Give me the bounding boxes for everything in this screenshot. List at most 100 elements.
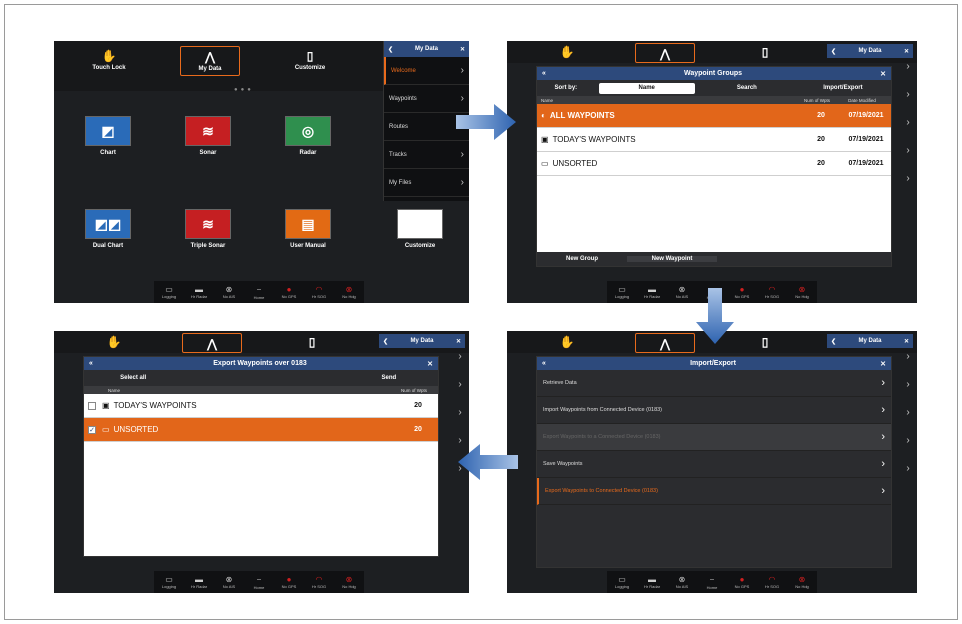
- export-waypoints-disabled-item: Export Waypoints to a Connected Device (…: [537, 424, 891, 451]
- retrieve-data-item[interactable]: Retrieve Data ›: [537, 370, 891, 397]
- column-headers: Name Num of Wpts: [84, 386, 438, 394]
- app-user-manual[interactable]: ▤ User Manual: [276, 209, 340, 249]
- waypoint-groups-dialog: « Waypoint Groups ✕ Sort by: Name Search…: [536, 66, 892, 267]
- sog-indicator[interactable]: ◠ Hr SOG: [759, 285, 785, 299]
- heading-indicator[interactable]: ⊗ No Hdg: [789, 285, 815, 299]
- radar-status-icon: ▬: [648, 285, 656, 294]
- side-chevrons: › › › › ›: [906, 61, 910, 184]
- my-data-button[interactable]: ⋀ My Data: [180, 46, 240, 76]
- menu-item-tracks[interactable]: Tracks ›: [384, 141, 469, 169]
- table-row[interactable]: ▣ TODAY'S WAYPOINTS 20 07/19/2021: [537, 128, 891, 152]
- list-empty-area: [537, 176, 891, 252]
- search-button[interactable]: Search: [699, 85, 795, 91]
- chevron-right-icon: ›: [460, 177, 464, 188]
- export-waypoints-item[interactable]: Export Waypoints to Connected Device (01…: [537, 478, 891, 505]
- app-customize[interactable]: Customize: [388, 209, 452, 249]
- new-waypoint-button[interactable]: New Waypoint: [627, 256, 717, 262]
- sog-indicator[interactable]: ◠ Hr SOG: [759, 575, 785, 589]
- close-icon[interactable]: ✕: [460, 46, 465, 53]
- sog-indicator[interactable]: ◠ Hr SOG: [306, 575, 332, 589]
- globe-icon: ◐: [541, 111, 546, 120]
- arrow-down-icon: [696, 288, 734, 344]
- table-row[interactable]: ✓ ▭ UNSORTED 20: [84, 418, 438, 442]
- table-row[interactable]: ▣ TODAY'S WAYPOINTS 20: [84, 394, 438, 418]
- sonar-icon: ≋: [185, 116, 231, 146]
- app-triple-sonar[interactable]: ≋ Triple Sonar: [176, 209, 240, 249]
- back-icon[interactable]: ❮: [383, 338, 388, 345]
- radar-indicator[interactable]: ▬ Hr Radar: [186, 285, 212, 299]
- home-indicator[interactable]: ⎯Home: [699, 575, 725, 590]
- import-export-button[interactable]: Import/Export: [795, 85, 891, 91]
- touch-lock-button[interactable]: ✋: [84, 335, 144, 351]
- back-icon[interactable]: ❮: [831, 48, 836, 55]
- chevron-right-icon: ›: [460, 65, 464, 76]
- customize-top-button[interactable]: ▯: [735, 45, 795, 61]
- logging-indicator[interactable]: ▭ Logging: [609, 285, 635, 299]
- touch-lock-button[interactable]: ✋ Touch Lock: [79, 49, 139, 71]
- ais-indicator[interactable]: ⊗ No AIS: [216, 575, 242, 589]
- dialog-header: « Waypoint Groups ✕: [537, 67, 891, 80]
- menu-item-my-files[interactable]: My Files ›: [384, 169, 469, 197]
- save-waypoints-item[interactable]: Save Waypoints ›: [537, 451, 891, 478]
- gps-indicator[interactable]: ● No GPS: [729, 575, 755, 589]
- logging-indicator[interactable]: ▭ Logging: [156, 285, 182, 299]
- touch-lock-button[interactable]: ✋: [537, 45, 597, 61]
- radar-indicator[interactable]: ▬ Hr Radar: [639, 575, 665, 589]
- logging-indicator[interactable]: ▭ Logging: [156, 575, 182, 589]
- page-dots: ●●●: [234, 87, 254, 93]
- gauge-icon: ◠: [768, 285, 776, 294]
- export-dialog: « Export Waypoints over 0183 ✕ Select al…: [83, 356, 439, 557]
- waypoint-groups-screen: ✋ ⋀ ▯ ❮ My Data ✕ › › › › › « Waypoint Groups …: [507, 41, 917, 303]
- customize-top-button[interactable]: ▯ Customize: [280, 49, 340, 71]
- menu-item-welcome[interactable]: Welcome ›: [384, 57, 469, 85]
- boat-icon: ⎯: [257, 574, 261, 584]
- close-icon[interactable]: ✕: [904, 338, 909, 345]
- ais-indicator[interactable]: ⊗ No AIS: [669, 575, 695, 589]
- close-icon[interactable]: ✕: [880, 360, 886, 368]
- close-icon[interactable]: ✕: [904, 48, 909, 55]
- app-sonar[interactable]: ≋ Sonar: [176, 116, 240, 156]
- heading-indicator[interactable]: ⊗ No Hdg: [336, 285, 362, 299]
- my-data-button[interactable]: ⋀: [182, 333, 242, 353]
- my-data-button[interactable]: ⋀: [635, 333, 695, 353]
- heading-indicator[interactable]: ⊗ No Hdg: [336, 575, 362, 589]
- gps-indicator[interactable]: ● No GPS: [276, 575, 302, 589]
- customize-top-button[interactable]: ▯: [282, 335, 342, 351]
- gps-indicator[interactable]: ● No GPS: [276, 285, 302, 299]
- home-indicator[interactable]: ⎯Home: [246, 285, 272, 300]
- sog-indicator[interactable]: ◠ Hr SOG: [306, 285, 332, 299]
- settings-icon: ▯: [306, 49, 314, 63]
- select-all-button[interactable]: Select all: [84, 375, 182, 381]
- app-chart[interactable]: ◩ Chart: [76, 116, 140, 156]
- export-screen: ✋ ⋀ ▯ ❮ My Data ✕ › › › › › « Export Waypoints…: [54, 331, 469, 593]
- heading-indicator[interactable]: ⊗ No Hdg: [789, 575, 815, 589]
- bg-topbar: ✋ ⋀ ▯ ❮ My Data ✕: [507, 41, 917, 63]
- ais-indicator[interactable]: ⊗ No AIS: [216, 285, 242, 299]
- close-icon[interactable]: ✕: [880, 70, 886, 78]
- logging-indicator[interactable]: ▭ Logging: [609, 575, 635, 589]
- my-data-button[interactable]: ⋀: [635, 43, 695, 63]
- checkbox-checked[interactable]: ✓: [88, 425, 96, 434]
- app-dual-chart[interactable]: ◩◩ Dual Chart: [76, 209, 140, 249]
- send-button[interactable]: Send: [340, 375, 438, 381]
- ais-indicator[interactable]: ⊗ No AIS: [669, 285, 695, 299]
- home-indicator[interactable]: ⎯Home: [246, 575, 272, 590]
- close-icon[interactable]: ✕: [456, 338, 461, 345]
- checkbox[interactable]: [88, 401, 96, 410]
- waypoint-triangle-icon: ⋀: [207, 337, 217, 351]
- table-row[interactable]: ◐ ALL WAYPOINTS 20 07/19/2021: [537, 104, 891, 128]
- app-radar[interactable]: ◎ Radar: [276, 116, 340, 156]
- table-row[interactable]: ▭ UNSORTED 20 07/19/2021: [537, 152, 891, 176]
- radar-indicator[interactable]: ▬ Hr Radar: [639, 285, 665, 299]
- back-icon[interactable]: ❮: [388, 46, 393, 53]
- radar-indicator[interactable]: ▬ Hr Radar: [186, 575, 212, 589]
- sort-name-button[interactable]: Name: [598, 82, 695, 94]
- ais-icon: ⊗: [225, 575, 233, 584]
- touch-lock-button[interactable]: ✋: [537, 335, 597, 351]
- close-icon[interactable]: ✕: [427, 360, 433, 368]
- back-icon[interactable]: ❮: [831, 338, 836, 345]
- log-icon: ▭: [618, 575, 626, 584]
- new-group-button[interactable]: New Group: [537, 256, 627, 262]
- customize-top-button[interactable]: ▯: [735, 335, 795, 351]
- import-waypoints-item[interactable]: Import Waypoints from Connected Device (…: [537, 397, 891, 424]
